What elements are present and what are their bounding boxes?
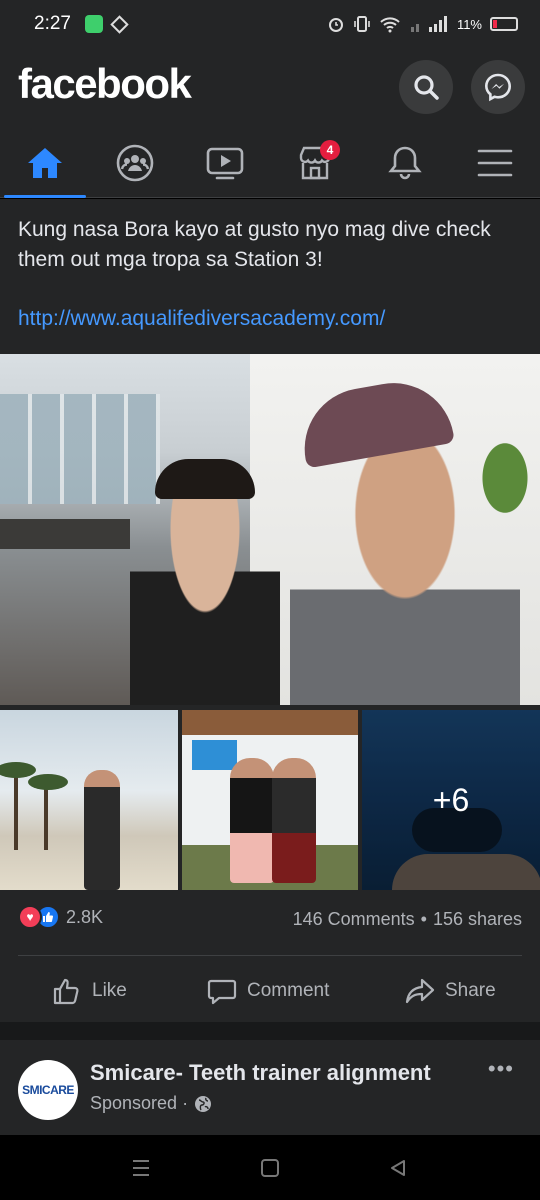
messenger-button[interactable] [471,60,525,114]
palm-leaf [28,774,68,790]
sponsored-post: SMICARE Smicare- Teeth trainer alignment… [0,1040,540,1135]
recents-icon [133,1160,149,1176]
system-nav-bar [0,1135,540,1200]
like-icon [53,978,79,1005]
photo-person [84,770,120,890]
tab-marketplace[interactable]: 4 [270,128,360,198]
battery-percent: 11% [456,16,482,32]
post-link[interactable]: http://www.aqualifediversacademy.com/ [18,307,385,331]
post-photo-shop[interactable] [182,710,358,890]
post-photo-underwater[interactable]: +6 [362,710,540,890]
vibrate-icon [354,16,370,32]
post-stats: 146 Comments • 156 shares [292,909,522,929]
app-header: facebook [0,48,540,128]
home-icon [28,148,62,178]
photo-plant [470,424,540,514]
back-button[interactable] [378,1153,418,1183]
marketplace-badge: 4 [320,140,340,160]
photo-window [0,394,160,504]
binance-icon [110,14,129,34]
shop-sign [192,740,237,770]
tab-watch[interactable] [180,128,270,198]
status-bar: 2:27 11% [0,0,540,48]
advertiser-name[interactable]: Smicare- Teeth trainer alignment [90,1060,431,1086]
comments-count[interactable]: 146 Comments [293,909,415,929]
comment-icon [207,979,237,1005]
comment-label: Comment [247,980,330,1001]
main-tab-bar: 4 [0,128,540,198]
app-notification-icon [84,15,103,33]
feed-post: Kung nasa Bora kayo at gusto nyo mag div… [0,199,540,1022]
post-options-button[interactable]: ••• [488,1056,514,1082]
advertiser-avatar[interactable]: SMICARE [18,1060,78,1120]
tab-home[interactable] [0,128,90,198]
palm-leaf [0,762,36,778]
watch-icon [206,147,244,180]
more-photos-overlay[interactable]: +6 [362,710,540,890]
post-photo-beach[interactable] [0,710,178,890]
post-actions: Like Comment Share [0,967,540,1015]
signal-icon [410,16,447,32]
globe-icon [195,1095,212,1112]
back-triangle-icon [391,1160,405,1176]
groups-icon [116,144,154,182]
tab-groups[interactable] [90,128,180,198]
home-button[interactable] [250,1153,290,1183]
palm-trunk [14,770,18,850]
photo-person [272,758,316,883]
like-label: Like [92,980,127,1001]
post-photo-grid: +6 [0,710,540,890]
recents-button[interactable] [121,1153,161,1183]
sponsored-label: Sponsored · [90,1093,212,1114]
like-button[interactable]: Like [52,967,127,1015]
wifi-icon [380,17,400,33]
menu-icon [477,149,513,177]
photo-table [0,519,130,549]
post-photo-main[interactable] [0,354,540,705]
bell-icon [388,146,422,180]
status-time: 2:27 [34,13,71,34]
share-icon [405,978,435,1004]
share-label: Share [445,980,496,1001]
reaction-count: 2.8K [66,906,104,927]
search-button[interactable] [399,60,453,114]
comment-button[interactable]: Comment [207,967,329,1015]
share-button[interactable]: Share [405,967,496,1015]
messenger-icon [484,73,512,102]
feed-separator [0,1022,540,1040]
shares-count[interactable]: 156 shares [433,909,522,929]
search-icon [414,75,439,100]
photo-person-left [130,459,280,705]
battery-icon [490,17,518,31]
alarm-icon [328,18,343,32]
reaction-summary[interactable]: ♥ 2.8K [18,905,103,929]
photo-person [230,758,274,883]
sponsored-text: Sponsored · [90,1093,189,1113]
palm-trunk [44,780,48,850]
tab-notifications[interactable] [360,128,450,198]
home-square-icon [261,1159,279,1177]
tab-menu[interactable] [450,128,540,198]
love-reaction-icon: ♥ [18,905,42,929]
facebook-logo[interactable]: facebook [18,60,192,108]
divider [18,955,522,956]
post-text: Kung nasa Bora kayo at gusto nyo mag div… [18,218,491,271]
